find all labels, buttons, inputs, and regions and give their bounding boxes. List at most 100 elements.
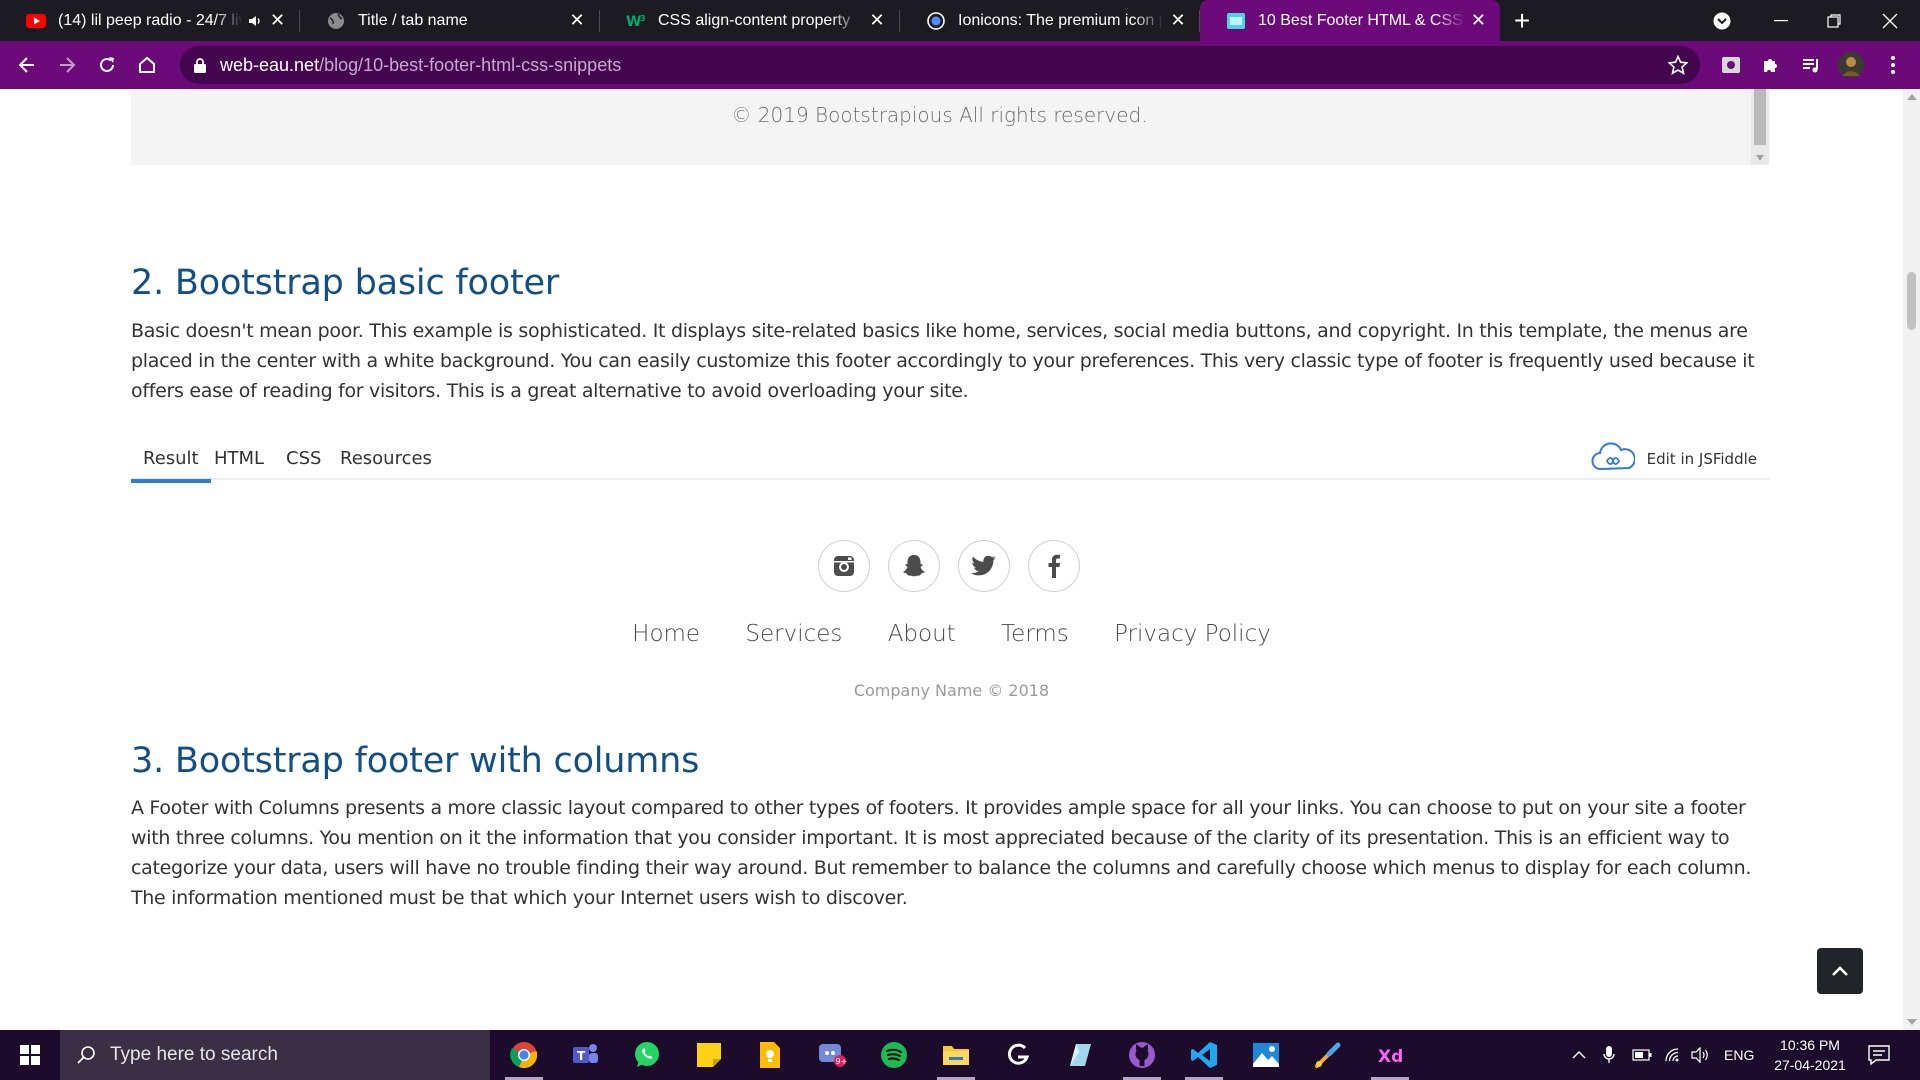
section-heading: 3. Bootstrap footer with columns — [131, 741, 700, 781]
tab-w3schools[interactable]: W3 CSS align-content property ✕ — [600, 0, 900, 41]
footer-link-home[interactable]: Home — [632, 621, 700, 647]
tab-resources[interactable]: Resources — [340, 442, 432, 480]
wifi-tray[interactable] — [1664, 1030, 1684, 1080]
previous-demo-iframe: © 2019 Bootstrapious All rights reserved… — [131, 89, 1769, 165]
github-icon — [1129, 1042, 1155, 1068]
footer-link-about[interactable]: About — [888, 621, 956, 647]
volume-tray[interactable] — [1691, 1030, 1711, 1080]
close-tab-icon[interactable]: ✕ — [868, 10, 886, 30]
lock-icon[interactable] — [194, 57, 206, 73]
taskbar-sticky-notes[interactable] — [682, 1030, 736, 1080]
taskbar-glass-app[interactable] — [1053, 1030, 1107, 1080]
spotify-icon — [881, 1042, 907, 1068]
tab-result[interactable]: Result — [131, 442, 211, 483]
tab-search-button[interactable] — [1694, 0, 1750, 41]
tab-footer-snippets[interactable]: 10 Best Footer HTML & CSS Snippets ✕ — [1200, 0, 1500, 41]
scroll-down-arrow-icon[interactable] — [1756, 155, 1764, 161]
wifi-icon — [1665, 1048, 1679, 1062]
close-tab-icon[interactable]: ✕ — [568, 10, 586, 30]
twitter-icon — [971, 555, 996, 576]
start-button[interactable] — [0, 1030, 60, 1080]
language-indicator[interactable]: ENG — [1724, 1030, 1754, 1080]
playlist-icon — [1803, 59, 1818, 73]
footer-link-services[interactable]: Services — [745, 621, 842, 647]
footer-link-privacy-policy[interactable]: Privacy Policy — [1114, 621, 1271, 647]
restore-button[interactable] — [1806, 0, 1862, 41]
taskbar-keep[interactable] — [743, 1030, 797, 1080]
snapchat-button[interactable] — [888, 540, 940, 592]
action-center-button[interactable] — [1868, 1030, 1890, 1080]
home-button[interactable] — [127, 45, 167, 85]
back-button[interactable] — [7, 45, 47, 85]
footer-link-terms[interactable]: Terms — [1001, 621, 1069, 647]
forward-button[interactable] — [47, 45, 87, 85]
browser-menu-button[interactable] — [1873, 45, 1913, 85]
close-tab-icon[interactable]: ✕ — [1170, 10, 1186, 30]
windows-icon — [20, 1045, 40, 1065]
new-tab-button[interactable]: + — [1500, 0, 1544, 41]
taskbar-whatsapp[interactable] — [620, 1030, 674, 1080]
taskbar-paint[interactable] — [1301, 1030, 1355, 1080]
restore-icon — [1827, 13, 1841, 28]
sticky-notes-icon — [697, 1043, 721, 1067]
star-icon[interactable] — [1668, 55, 1688, 75]
microphone-tray[interactable] — [1603, 1030, 1615, 1080]
search-icon — [76, 1045, 96, 1065]
microphone-icon — [1603, 1046, 1615, 1063]
battery-icon — [1632, 1049, 1652, 1061]
show-hidden-icons-button[interactable] — [1571, 1030, 1587, 1080]
photos-icon — [1253, 1043, 1279, 1067]
edit-in-jsfiddle-link[interactable]: Edit in JSFiddle — [1591, 442, 1757, 480]
taskbar-file-explorer[interactable] — [929, 1030, 983, 1080]
tab-ionicons[interactable]: Ionicons: The premium icon pack ✕ — [900, 0, 1200, 41]
tab-css[interactable]: CSS — [286, 442, 321, 480]
arrow-right-icon — [60, 57, 76, 73]
taskbar-search-box[interactable]: Type here to search — [60, 1030, 490, 1080]
taskbar-clock[interactable]: 10:36 PM 27-04-2021 — [1762, 1035, 1858, 1075]
close-icon — [1882, 13, 1898, 28]
logitech-icon — [1007, 1043, 1030, 1065]
instagram-button[interactable] — [818, 540, 870, 592]
back-to-top-button[interactable] — [1817, 948, 1863, 994]
tab-title-name[interactable]: Title / tab name ✕ — [300, 0, 600, 41]
minimize-button[interactable] — [1753, 0, 1809, 41]
taskbar-chrome[interactable] — [497, 1030, 551, 1080]
twitter-button[interactable] — [958, 540, 1010, 592]
media-control-button[interactable] — [1791, 45, 1831, 85]
taskbar-discord[interactable]: 9+ — [805, 1030, 859, 1080]
scroll-down-arrow-icon[interactable] — [1907, 1019, 1917, 1025]
speaker-icon[interactable] — [249, 15, 263, 27]
scroll-up-arrow-icon[interactable] — [1907, 94, 1917, 100]
page-scroll-thumb[interactable] — [1907, 272, 1916, 330]
close-window-button[interactable] — [1862, 0, 1918, 41]
battery-tray[interactable] — [1632, 1030, 1652, 1080]
snapchat-icon — [903, 555, 925, 577]
taskbar-spotify[interactable] — [867, 1030, 921, 1080]
taskbar-github[interactable] — [1115, 1030, 1169, 1080]
ionicons-icon — [926, 11, 946, 31]
extension-capture-button[interactable] — [1711, 45, 1751, 85]
taskbar-vscode[interactable] — [1177, 1030, 1231, 1080]
section-paragraph: A Footer with Columns presents a more cl… — [131, 797, 1752, 909]
jsfiddle-cloud-icon — [1591, 442, 1636, 476]
tab-youtube[interactable]: (14) lil peep radio - 24/7 live ✕ — [0, 0, 300, 41]
profile-avatar[interactable] — [1831, 45, 1871, 85]
puzzle-icon — [1764, 59, 1777, 72]
paint-icon — [1315, 1042, 1341, 1068]
extensions-button[interactable] — [1751, 45, 1791, 85]
tab-title: CSS align-content property — [658, 11, 851, 29]
address-bar[interactable]: web-eau.net/blog/10-best-footer-html-css… — [180, 46, 1700, 84]
taskbar-adobe-xd[interactable]: Xd — [1363, 1030, 1417, 1080]
page-scrollbar[interactable] — [1903, 89, 1920, 1030]
more-vertical-icon — [1891, 56, 1895, 74]
reload-button[interactable] — [87, 45, 127, 85]
close-tab-icon[interactable]: ✕ — [269, 10, 286, 30]
close-tab-icon[interactable]: ✕ — [1471, 10, 1486, 30]
taskbar-logitech[interactable] — [991, 1030, 1045, 1080]
facebook-button[interactable] — [1028, 540, 1080, 592]
taskbar-photos[interactable] — [1239, 1030, 1293, 1080]
taskbar-teams[interactable]: T — [558, 1030, 612, 1080]
tab-html[interactable]: HTML — [214, 442, 264, 480]
iframe-scrollbar[interactable] — [1751, 89, 1769, 165]
iframe-scroll-thumb[interactable] — [1754, 89, 1766, 145]
